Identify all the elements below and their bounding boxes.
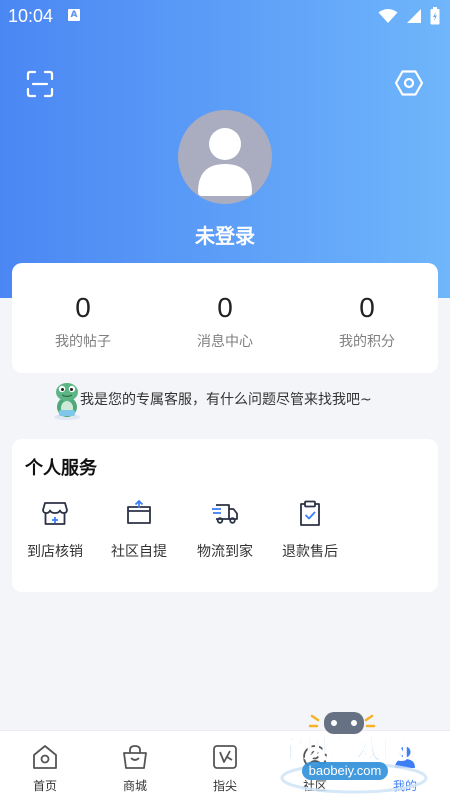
tab-label: 首页 [32, 779, 57, 793]
status-time: 10:04 [8, 6, 54, 26]
signal-icon [407, 9, 421, 23]
stat-label: 我的帖子 [55, 334, 111, 350]
home-icon [33, 745, 57, 769]
notification-a-icon: A [68, 9, 80, 21]
default-user-avatar [198, 128, 252, 196]
truck-icon [212, 504, 238, 524]
stat-label: 我的积分 [339, 334, 395, 350]
scan-icon [26, 70, 54, 98]
stat-label: 消息中心 [197, 334, 253, 350]
service-community-pickup[interactable]: 社区自提 [104, 499, 174, 561]
avatar[interactable] [178, 110, 272, 204]
tab-home[interactable]: 首页 [0, 731, 90, 800]
site-watermark-logo: 宝贝游戏网 baobeiy.com [278, 712, 428, 794]
settings-button[interactable] [394, 68, 424, 98]
tab-label: 指尖 [212, 779, 237, 793]
tab-mall[interactable]: 商城 [90, 731, 180, 800]
service-label: 物流到家 [197, 544, 253, 560]
scan-button[interactable] [26, 70, 54, 98]
stats-card: 0 我的帖子 0 消息中心 0 我的积分 [12, 263, 438, 373]
login-status-label[interactable]: 未登录 [0, 220, 450, 249]
pickup-box-icon [127, 500, 151, 524]
clipboard-check-icon [300, 500, 320, 526]
shopping-bag-icon [123, 745, 147, 769]
status-bar: 10:04 A [0, 0, 450, 32]
customer-service-tip[interactable]: 我是您的专属客服，有什么问题尽管来找我吧~ [50, 380, 440, 420]
mascot-icon [54, 383, 80, 420]
service-label: 到店核销 [27, 544, 83, 560]
service-store-checkout[interactable]: 到店核销 [20, 499, 90, 561]
services-title: 个人服务 [25, 458, 97, 479]
personal-services-card: 个人服务 到店核销 社区自提 物流到家 退款售后 [12, 439, 438, 592]
store-icon [42, 502, 68, 525]
service-label: 退款售后 [282, 544, 338, 560]
battery-icon [430, 7, 440, 25]
status-indicators [378, 7, 440, 25]
stat-value: 0 [217, 292, 233, 323]
tab-fingertip[interactable]: 指尖 [180, 731, 270, 800]
service-refund-aftersales[interactable]: 退款售后 [275, 499, 345, 561]
stat-value: 0 [75, 292, 91, 323]
svg-text:宝贝游戏网: 宝贝游戏网 [278, 734, 408, 765]
customer-service-text: 我是您的专属客服，有什么问题尽管来找我吧~ [80, 392, 372, 408]
wifi-icon [378, 9, 398, 23]
stat-posts[interactable]: 0 我的帖子 [12, 263, 154, 373]
stat-points[interactable]: 0 我的积分 [296, 263, 438, 373]
svg-text:baobeiy.com: baobeiy.com [309, 763, 382, 778]
cards-icon [213, 745, 237, 769]
stat-value: 0 [359, 292, 375, 323]
tab-label: 商城 [122, 779, 147, 793]
hexagon-settings-icon [394, 70, 424, 96]
service-logistics-delivery[interactable]: 物流到家 [190, 499, 260, 561]
stat-messages[interactable]: 0 消息中心 [154, 263, 296, 373]
service-label: 社区自提 [111, 544, 167, 560]
